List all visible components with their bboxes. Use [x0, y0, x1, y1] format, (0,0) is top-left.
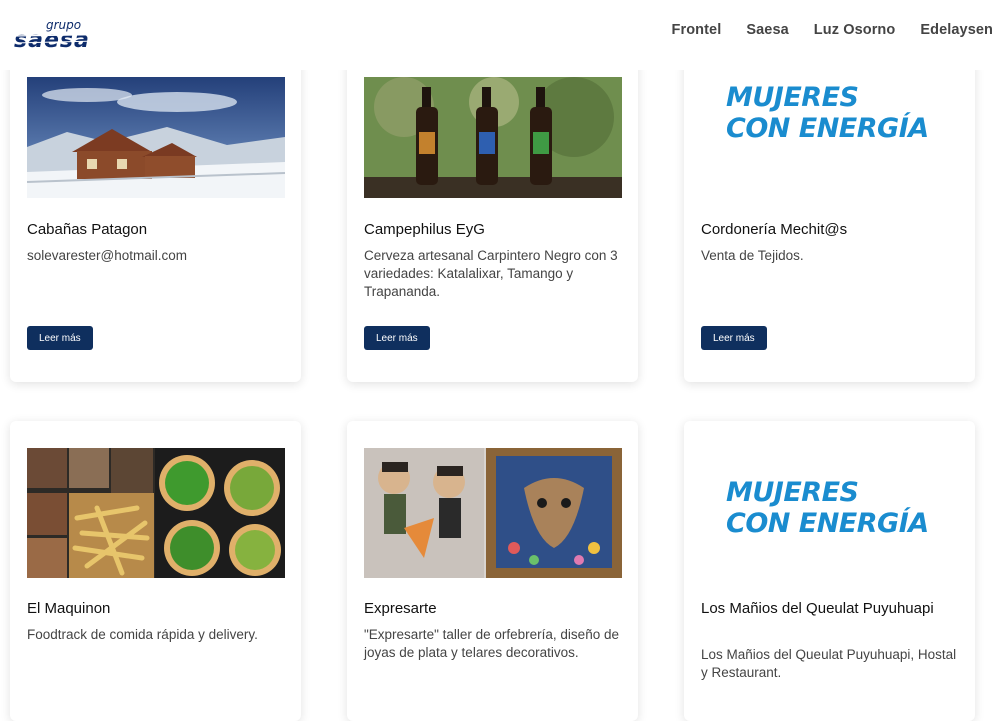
card-description: Foodtrack de comida rápida y delivery.: [27, 627, 258, 642]
card-title: Cabañas Patagon: [27, 221, 148, 238]
leer-mas-button[interactable]: Leer más: [701, 326, 767, 350]
card-title: Los Mañios del Queulat Puyuhuapi: [701, 600, 934, 617]
card-title: Campephilus EyG: [364, 221, 485, 238]
top-nav: Frontel Saesa Luz Osorno Edelaysen: [647, 22, 993, 38]
site-header: grupo saesa Frontel Saesa Luz Osorno Ede…: [0, 0, 1000, 70]
leer-mas-button[interactable]: Leer más: [27, 326, 93, 350]
nav-edelaysen[interactable]: Edelaysen: [920, 22, 993, 38]
card-description: solevarester@hotmail.com: [27, 248, 188, 263]
card-description: Los Mañios del Queulat Puyuhuapi, Hostal…: [701, 647, 957, 680]
card-title: Expresarte: [364, 600, 437, 617]
card-los-manios-del-queulat: MUJERES CON ENERGÍA Los Mañios del Queul…: [684, 421, 975, 721]
card-expresarte: Expresarte "Expresarte" taller de orfebr…: [347, 421, 638, 721]
card-title: El Maquinon: [27, 600, 111, 617]
card-campephilus: Campephilus EyG Cerveza artesanal Carpin…: [347, 60, 638, 382]
grupo-saesa-logo[interactable]: grupo saesa: [11, 18, 140, 53]
cabin-snow-photo: [27, 77, 285, 198]
beer-bottles-photo: [364, 77, 622, 198]
mujeres-con-energia-logo: MUJERES CON ENERGÍA: [726, 82, 929, 144]
card-el-maquinon: El Maquinon Foodtrack de comida rápida y…: [10, 421, 301, 721]
card-description: Venta de Tejidos.: [701, 248, 804, 263]
leer-mas-button[interactable]: Leer más: [364, 326, 430, 350]
nav-luz-osorno[interactable]: Luz Osorno: [814, 22, 896, 38]
crafts-photo: [364, 448, 622, 578]
card-description: Cerveza artesanal Carpintero Negro con 3…: [364, 248, 618, 299]
mujeres-con-energia-logo: MUJERES CON ENERGÍA: [726, 477, 929, 539]
card-description: "Expresarte" taller de orfebrería, diseñ…: [364, 627, 619, 660]
card-cordoneria-mechitas: MUJERES CON ENERGÍA Cordonería Mechit@s …: [684, 60, 975, 382]
svg-text:saesa: saesa: [14, 28, 90, 50]
food-collage-photo: [27, 448, 285, 578]
card-title: Cordonería Mechit@s: [701, 221, 848, 238]
card-cabanas-patagon: Cabañas Patagon solevarester@hotmail.com…: [10, 60, 301, 382]
nav-frontel[interactable]: Frontel: [672, 22, 722, 38]
nav-saesa[interactable]: Saesa: [746, 22, 788, 38]
